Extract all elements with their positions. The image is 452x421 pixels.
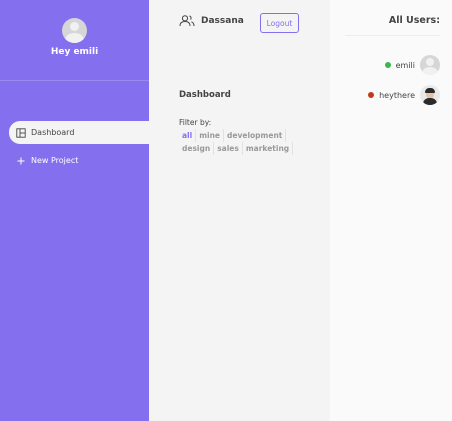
page-title: Dashboard	[179, 90, 231, 100]
sidebar-item-dashboard[interactable]: Dashboard	[9, 121, 149, 144]
main-content: Dassana Logout Dashboard Filter by: all …	[149, 0, 330, 421]
filter-bar: all mine development design sales market…	[179, 129, 309, 155]
avatar	[420, 55, 440, 75]
logout-button[interactable]: Logout	[260, 13, 299, 33]
brand-name: Dassana	[201, 16, 244, 26]
filter-marketing[interactable]: marketing	[243, 142, 294, 155]
divider	[345, 35, 440, 36]
sidebar-item-label: New Project	[31, 156, 79, 165]
users-panel: All Users: emili heythere	[330, 0, 452, 421]
offline-status-dot	[368, 92, 375, 98]
avatar	[420, 85, 440, 105]
user-row-heythere[interactable]: heythere	[368, 85, 440, 105]
user-name: heythere	[379, 90, 415, 100]
sidebar-item-new-project[interactable]: New Project	[9, 149, 149, 172]
filter-mine[interactable]: mine	[196, 129, 225, 142]
sidebar-header: Hey emili	[0, 0, 149, 81]
dashboard-icon	[16, 127, 26, 138]
sidebar: Hey emili Dashboard New Project	[0, 0, 149, 421]
filter-all[interactable]: all	[179, 129, 197, 142]
filter-sales[interactable]: sales	[214, 142, 243, 155]
filter-development[interactable]: development	[224, 129, 287, 142]
filter-design[interactable]: design	[179, 142, 215, 155]
user-row-emili[interactable]: emili	[384, 55, 440, 75]
sidebar-nav: Dashboard New Project	[0, 121, 149, 177]
filter-label: Filter by:	[179, 118, 212, 127]
users-panel-title: All Users:	[388, 15, 440, 26]
user-name: emili	[395, 60, 415, 70]
sidebar-item-label: Dashboard	[31, 128, 75, 137]
brand[interactable]: Dassana	[179, 15, 244, 27]
plus-icon	[17, 157, 25, 164]
avatar	[62, 18, 87, 43]
users-icon	[179, 15, 195, 27]
greeting-text: Hey emili	[50, 47, 99, 57]
online-status-dot	[384, 62, 391, 68]
